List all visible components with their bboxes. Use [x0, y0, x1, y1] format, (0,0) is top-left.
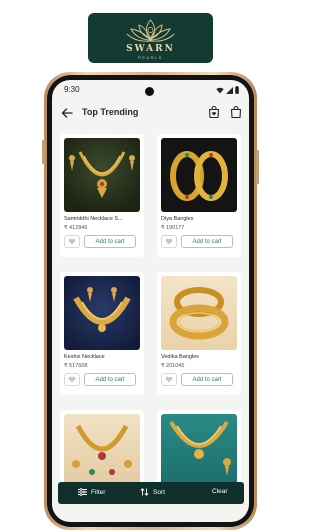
bangles-image: [170, 151, 228, 201]
filter-button[interactable]: Filter: [78, 488, 105, 496]
wishlist-button[interactable]: [161, 373, 177, 386]
heart-icon: [68, 238, 76, 245]
product-image: [64, 414, 140, 488]
product-price: ₹ 517608: [64, 363, 88, 369]
wishlist-button[interactable]: [161, 235, 177, 248]
lotus-logo-icon: [126, 19, 175, 42]
shopping-bag-heart-icon[interactable]: [207, 105, 221, 119]
product-image: [161, 276, 237, 350]
promo-stage: SWARN PEARLS 9:30 Top Trending Samriddhi…: [0, 0, 300, 532]
add-to-cart-button[interactable]: Add to cart: [181, 235, 233, 248]
bangles-image: [169, 287, 229, 340]
product-name: Diya Bangles: [161, 216, 194, 222]
volume-button: [42, 140, 45, 164]
product-image: [161, 138, 237, 212]
battery-icon: [235, 86, 239, 94]
wishlist-button[interactable]: [64, 373, 80, 386]
add-to-cart-button[interactable]: Add to cart: [84, 373, 136, 386]
front-camera: [145, 87, 154, 96]
arrow-left-icon[interactable]: [60, 106, 74, 120]
product-card[interactable]: [157, 410, 241, 490]
product-image: [161, 414, 237, 488]
shopping-bag-icon[interactable]: [229, 105, 243, 119]
product-price: ₹ 190177: [161, 225, 185, 231]
app-bar: Top Trending: [52, 102, 249, 124]
product-name: Samriddhi Necklace S...: [64, 216, 123, 222]
product-card[interactable]: [60, 410, 144, 490]
necklace-set-image: [169, 420, 231, 476]
brand-logo: SWARN PEARLS: [88, 13, 213, 63]
brand-subtitle: PEARLS: [138, 55, 163, 60]
necklace-set-image: [72, 424, 132, 475]
app-screen: 9:30 Top Trending Samriddhi Necklace S..…: [52, 80, 249, 522]
product-name: Keshvi Necklace: [64, 354, 105, 360]
sort-button[interactable]: Sort: [140, 488, 165, 496]
product-card[interactable]: Samriddhi Necklace S... ₹ 412846 Add to …: [60, 134, 144, 257]
add-to-cart-button[interactable]: Add to cart: [181, 373, 233, 386]
add-to-cart-button[interactable]: Add to cart: [84, 235, 136, 248]
product-card[interactable]: Vedika Bangles ₹ 201045 Add to cart: [157, 272, 241, 395]
filter-label: Filter: [91, 488, 106, 496]
sort-label: Sort: [153, 488, 165, 496]
brand-name: SWARN: [126, 44, 175, 54]
wishlist-button[interactable]: [64, 235, 80, 248]
product-price: ₹ 201045: [161, 363, 185, 369]
signal-icon: [226, 86, 233, 94]
bottom-action-bar: Filter Sort Clear: [58, 482, 244, 504]
product-card[interactable]: Keshvi Necklace ₹ 517608 Add to cart: [60, 272, 144, 395]
status-time: 9:30: [64, 85, 80, 94]
product-card[interactable]: Diya Bangles ₹ 190177 Add to cart: [157, 134, 241, 257]
product-price: ₹ 412846: [64, 225, 88, 231]
sort-icon: [140, 488, 149, 496]
power-button: [256, 150, 259, 184]
product-image: [64, 138, 140, 212]
heart-icon: [68, 376, 76, 383]
heart-icon: [165, 238, 173, 245]
product-image: [64, 276, 140, 350]
status-icons: [216, 86, 239, 94]
filter-icon: [78, 488, 87, 496]
necklace-image: [73, 287, 131, 332]
clear-label: Clear: [212, 488, 228, 495]
page-title: Top Trending: [82, 107, 139, 117]
clear-button[interactable]: Clear: [212, 488, 228, 495]
wifi-icon: [216, 87, 224, 93]
heart-icon: [165, 376, 173, 383]
necklace-image: [69, 151, 135, 198]
product-name: Vedika Bangles: [161, 354, 199, 360]
